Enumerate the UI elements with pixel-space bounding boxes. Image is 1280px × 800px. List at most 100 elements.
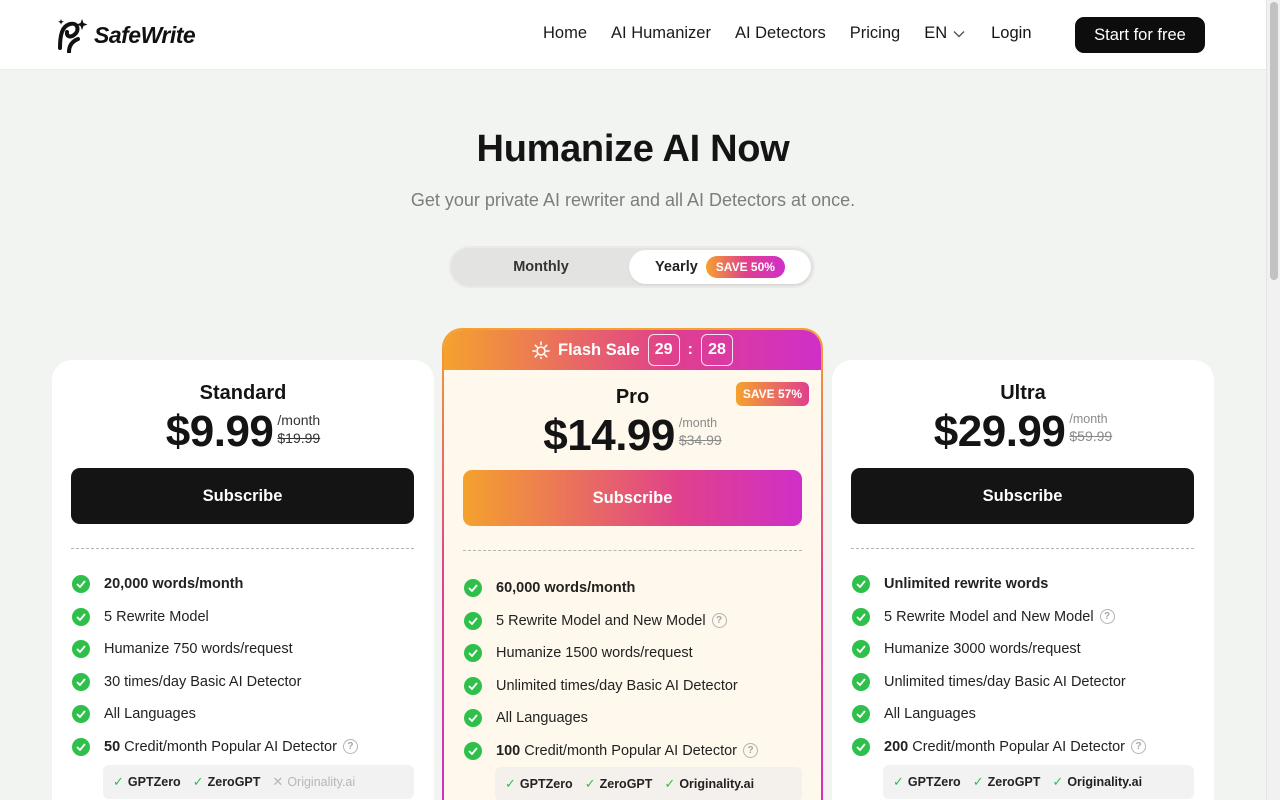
sun-icon: [532, 341, 550, 359]
old-price: $34.99: [678, 432, 722, 448]
check-icon: [464, 644, 482, 663]
feature-bold: 60,000 words/month: [496, 580, 636, 597]
check-icon: [852, 672, 870, 691]
language-selector[interactable]: EN: [924, 24, 965, 43]
feature-bold: Unlimited rewrite words: [884, 576, 1049, 593]
subscribe-button-pro[interactable]: Subscribe: [463, 470, 802, 526]
feature-item: 30 times/day Basic AI Detector: [72, 666, 358, 699]
detector-originality: ✓ Originality.ai: [664, 776, 754, 792]
scrollbar-thumb[interactable]: [1270, 2, 1278, 280]
detector-name: ZeroGPT: [987, 775, 1041, 789]
feature-item: 60,000 words/month: [464, 572, 758, 605]
detector-zerogpt: ✓ ZeroGPT: [973, 774, 1041, 790]
timer-seconds: 28: [700, 334, 733, 366]
check-icon: [852, 640, 870, 659]
feature-item: All Languages: [72, 698, 358, 731]
cross-icon: ✕: [272, 774, 284, 789]
nav-home[interactable]: Home: [543, 24, 587, 43]
timer-minutes: 29: [647, 334, 680, 366]
nav-pricing[interactable]: Pricing: [850, 24, 900, 43]
flash-sale-label: Flash Sale: [558, 340, 640, 359]
feature-list: 20,000 words/month 5 Rewrite Model Human…: [72, 568, 358, 763]
nav-ai-humanizer[interactable]: AI Humanizer: [611, 24, 711, 43]
check-icon: [72, 737, 90, 756]
detector-gptzero: ✓ GPTZero: [505, 776, 573, 792]
feature-text: Humanize 3000 words/request: [884, 641, 1081, 658]
old-price: $19.99: [277, 430, 321, 446]
feature-text: 5 Rewrite Model and New Model: [884, 608, 1094, 625]
feature-item: 5 Rewrite Model and New Model?: [464, 605, 758, 638]
plan-card-ultra: Ultra $29.99 /month $59.99 Subscribe Unl…: [832, 360, 1214, 800]
detector-name: Originality.ai: [1067, 775, 1143, 789]
feature-text: 5 Rewrite Model and New Model: [496, 612, 706, 629]
check-icon: [72, 607, 90, 626]
logo-icon: [58, 19, 88, 53]
price-period: /month: [277, 412, 321, 428]
billing-toggle: Monthly Yearly SAVE 50%: [449, 246, 815, 288]
nav-ai-detectors[interactable]: AI Detectors: [735, 24, 826, 43]
login-link[interactable]: Login: [991, 24, 1031, 43]
feature-text: Unlimited times/day Basic AI Detector: [884, 673, 1126, 690]
feature-item: 50 Credit/month Popular AI Detector?: [72, 731, 358, 764]
check-icon: [852, 737, 870, 756]
subscribe-button-ultra[interactable]: Subscribe: [851, 468, 1194, 524]
tick-icon: ✓: [584, 776, 596, 791]
start-for-free-button[interactable]: Start for free: [1075, 17, 1205, 53]
billing-yearly-label: Yearly: [655, 259, 698, 275]
detector-zerogpt: ✓ ZeroGPT: [585, 776, 653, 792]
detector-gptzero: ✓ GPTZero: [893, 774, 961, 790]
detector-name: Originality.ai: [679, 777, 755, 791]
feature-text: All Languages: [104, 706, 196, 723]
detector-name: GPTZero: [127, 775, 181, 789]
plan-price: $9.99: [165, 407, 274, 456]
tick-icon: ✓: [1052, 774, 1064, 789]
help-icon[interactable]: ?: [1131, 739, 1147, 755]
feature-item: 20,000 words/month: [72, 568, 358, 601]
page-scrollbar[interactable]: [1266, 0, 1280, 800]
help-icon[interactable]: ?: [1099, 609, 1115, 625]
feature-text: Credit/month Popular AI Detector: [520, 742, 738, 759]
divider: [463, 550, 802, 551]
help-icon[interactable]: ?: [711, 613, 727, 629]
check-icon: [72, 575, 90, 594]
price-period: /month: [678, 416, 718, 430]
subscribe-button-standard[interactable]: Subscribe: [71, 468, 414, 524]
help-icon[interactable]: ?: [342, 739, 358, 755]
check-icon: [464, 709, 482, 728]
feature-text: Humanize 1500 words/request: [496, 645, 693, 662]
price-row: $29.99 /month $59.99: [832, 410, 1214, 454]
feature-text: All Languages: [884, 706, 976, 723]
feature-item: Unlimited rewrite words: [852, 568, 1146, 601]
tick-icon: ✓: [113, 774, 124, 789]
plan-card-pro: Flash Sale 29 : 28 SAVE 57% Pro $14.99 /…: [442, 328, 823, 800]
detector-zerogpt: ✓ ZeroGPT: [193, 774, 261, 790]
check-icon: [852, 607, 870, 626]
feature-item: 100 Credit/month Popular AI Detector?: [464, 735, 759, 768]
detector-gptzero: ✓ GPTZero: [113, 774, 181, 790]
plan-name: Pro: [615, 386, 650, 408]
billing-monthly-option[interactable]: Monthly: [451, 248, 631, 286]
feature-item: Unlimited times/day Basic AI Detector: [464, 670, 758, 703]
detector-name: ZeroGPT: [599, 777, 653, 791]
feature-text: Credit/month Popular AI Detector: [908, 738, 1126, 755]
billing-yearly-option[interactable]: Yearly SAVE 50%: [629, 250, 811, 284]
plan-card-standard: Standard $9.99 /month $19.99 Subscribe 2…: [52, 360, 434, 800]
brand-name: SafeWrite: [94, 21, 196, 48]
site-header: SafeWrite Home AI Humanizer AI Detectors…: [0, 0, 1266, 70]
help-icon[interactable]: ?: [743, 743, 759, 759]
price-period: /month: [1069, 412, 1108, 426]
check-icon: [72, 705, 90, 724]
feature-text: Humanize 750 words/request: [104, 641, 293, 658]
check-icon: [464, 676, 482, 695]
check-icon: [464, 741, 482, 760]
divider: [851, 548, 1194, 549]
check-icon: [464, 579, 482, 598]
flash-sale-banner: Flash Sale 29 : 28: [444, 330, 821, 370]
feature-item: Humanize 1500 words/request: [464, 637, 758, 670]
feature-text: 5 Rewrite Model: [104, 608, 209, 625]
logo[interactable]: SafeWrite: [56, 17, 196, 53]
feature-item: 5 Rewrite Model and New Model?: [852, 601, 1146, 634]
feature-list: Unlimited rewrite words 5 Rewrite Model …: [852, 568, 1147, 763]
tick-icon: ✓: [972, 774, 984, 789]
feature-text: All Languages: [496, 710, 588, 727]
